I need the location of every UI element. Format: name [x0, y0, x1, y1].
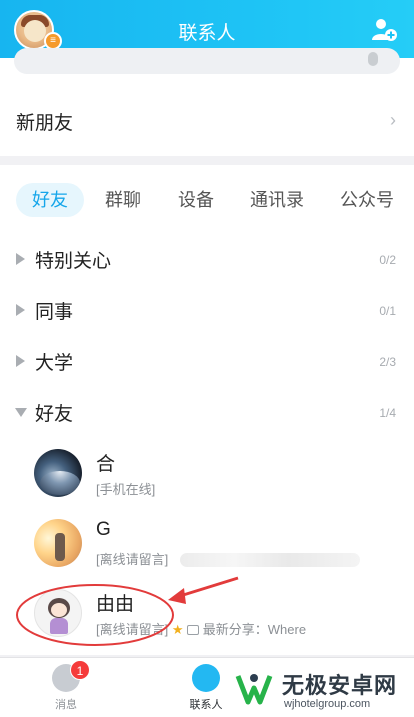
group-count: 0/2: [379, 253, 396, 267]
image-icon: [187, 625, 200, 635]
contact-list: 特别关心 0/2 同事 0/1 大学 2/3 好友 1/4 合 [手机在线] G…: [0, 235, 414, 655]
tab-friends[interactable]: 好友: [16, 183, 84, 217]
group-row[interactable]: 同事 0/1: [0, 286, 414, 337]
group-name: 好友: [35, 404, 74, 425]
group-count: 2/3: [379, 355, 396, 369]
mic-icon: [368, 52, 378, 66]
nav-messages[interactable]: 1 消息: [26, 660, 106, 712]
contact-name: 合: [96, 454, 116, 475]
expand-arrow-icon: [16, 355, 25, 367]
contact-status: [离线请留言]: [96, 552, 169, 567]
expand-arrow-icon: [16, 253, 25, 265]
contact-avatar: [34, 449, 82, 497]
contact-row[interactable]: G [离线请留言]: [0, 511, 414, 581]
new-friends-label: 新朋友: [16, 113, 74, 134]
group-count: 1/4: [379, 406, 396, 420]
unread-badge: 1: [70, 660, 90, 680]
contact-row[interactable]: 合 [手机在线]: [0, 441, 414, 511]
watermark-brand: 无极安卓网: [282, 673, 398, 698]
group-row[interactable]: 好友 1/4: [0, 388, 414, 439]
contact-name: 由由: [96, 594, 135, 615]
group-count: 0/1: [379, 304, 396, 318]
watermark-site: wjhotelgroup.com: [284, 698, 371, 710]
add-friend-icon[interactable]: [370, 16, 398, 44]
contact-row[interactable]: 由由 [离线请留言] ★ 最新分享：Where: [0, 581, 414, 651]
group-name: 特别关心: [35, 251, 112, 272]
new-friends-row[interactable]: 新朋友 ›: [0, 80, 414, 156]
contact-status: [离线请留言] ★ 最新分享：Where: [96, 622, 307, 637]
blurred-signature: [180, 553, 360, 567]
tab-devices[interactable]: 设备: [166, 183, 226, 217]
page-title: 联系人: [178, 23, 236, 44]
search-area: [0, 48, 414, 80]
contact-avatar: [34, 519, 82, 567]
contacts-icon: [192, 664, 220, 692]
search-input[interactable]: [14, 48, 400, 74]
expand-arrow-icon: [16, 304, 25, 316]
group-row[interactable]: 特别关心 0/2: [0, 235, 414, 286]
nav-label: 消息: [55, 699, 77, 711]
chevron-right-icon: ›: [390, 110, 396, 130]
watermark: 无极安卓网 wjhotelgroup.com: [228, 662, 414, 717]
contact-name: G: [96, 519, 111, 540]
star-icon: ★: [171, 622, 184, 637]
contact-status: [手机在线]: [96, 482, 156, 497]
watermark-logo-icon: [232, 666, 276, 710]
group-name: 同事: [35, 302, 74, 323]
contact-tabs: 好友 群聊 设备 通讯录 公众号: [0, 165, 414, 235]
collapse-arrow-icon: [15, 408, 27, 417]
tab-address-book[interactable]: 通讯录: [240, 183, 314, 217]
tab-groups[interactable]: 群聊: [92, 183, 154, 217]
tab-official-accounts[interactable]: 公众号: [330, 183, 404, 217]
group-row[interactable]: 大学 2/3: [0, 337, 414, 388]
contact-avatar: [34, 589, 82, 637]
group-name: 大学: [35, 353, 74, 374]
